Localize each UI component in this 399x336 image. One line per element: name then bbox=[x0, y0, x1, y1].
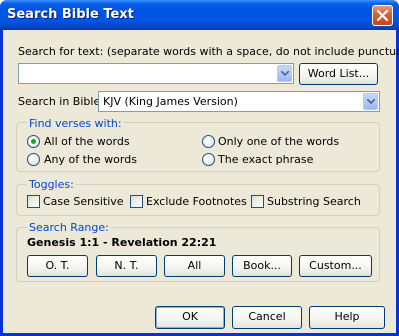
search-range-title: Search Range: bbox=[27, 221, 111, 234]
bible-select-value: KJV (King James Version) bbox=[103, 95, 238, 108]
dialog-body: Search for text: (separate words with a … bbox=[3, 30, 399, 333]
radio-selected-dot bbox=[31, 139, 36, 144]
chevron-down-icon bbox=[367, 99, 375, 104]
radio-one-word[interactable] bbox=[202, 135, 215, 148]
exclude-footnotes-label[interactable]: Exclude Footnotes bbox=[146, 195, 247, 208]
radio-exact-phrase[interactable] bbox=[202, 153, 215, 166]
ok-button[interactable]: OK bbox=[155, 306, 225, 329]
radio-one-word-label[interactable]: Only one of the words bbox=[218, 135, 339, 148]
bible-dropdown-button[interactable] bbox=[363, 93, 378, 110]
radio-exact-phrase-label[interactable]: The exact phrase bbox=[218, 153, 313, 166]
case-sensitive-checkbox[interactable] bbox=[27, 195, 40, 208]
new-testament-button[interactable]: N. T. bbox=[96, 255, 157, 277]
exclude-footnotes-checkbox[interactable] bbox=[130, 195, 143, 208]
title-bar[interactable]: Search Bible Text bbox=[0, 0, 399, 30]
case-sensitive-label[interactable]: Case Sensitive bbox=[43, 195, 124, 208]
toggles-title: Toggles: bbox=[27, 178, 76, 191]
dialog-window: Search Bible Text Search for text: (sepa… bbox=[0, 0, 399, 336]
substring-search-label[interactable]: Substring Search bbox=[267, 195, 361, 208]
find-verses-title: Find verses with: bbox=[27, 117, 124, 130]
close-icon bbox=[376, 9, 389, 22]
search-input[interactable] bbox=[18, 63, 294, 84]
radio-any-words-label[interactable]: Any of the words bbox=[44, 153, 137, 166]
radio-any-words[interactable] bbox=[27, 153, 40, 166]
old-testament-button[interactable]: O. T. bbox=[27, 255, 88, 277]
cancel-button[interactable]: Cancel bbox=[232, 306, 302, 329]
radio-all-words-label[interactable]: All of the words bbox=[44, 135, 130, 148]
chevron-down-icon bbox=[281, 71, 289, 76]
help-button[interactable]: Help bbox=[309, 306, 385, 329]
book-range-button[interactable]: Book... bbox=[232, 255, 292, 277]
bible-label: Search in Bible: bbox=[18, 95, 104, 108]
search-dropdown-button[interactable] bbox=[277, 65, 292, 82]
window-title: Search Bible Text bbox=[7, 7, 134, 22]
search-label: Search for text: (separate words with a … bbox=[18, 45, 399, 58]
all-range-button[interactable]: All bbox=[164, 255, 225, 277]
search-range-value: Genesis 1:1 - Revelation 22:21 bbox=[27, 236, 217, 249]
radio-all-words[interactable] bbox=[27, 135, 40, 148]
bible-select[interactable]: KJV (King James Version) bbox=[98, 91, 380, 112]
close-button[interactable] bbox=[372, 5, 393, 26]
custom-range-button[interactable]: Custom... bbox=[299, 255, 372, 277]
substring-search-checkbox[interactable] bbox=[251, 195, 264, 208]
word-list-button[interactable]: Word List... bbox=[299, 63, 378, 85]
